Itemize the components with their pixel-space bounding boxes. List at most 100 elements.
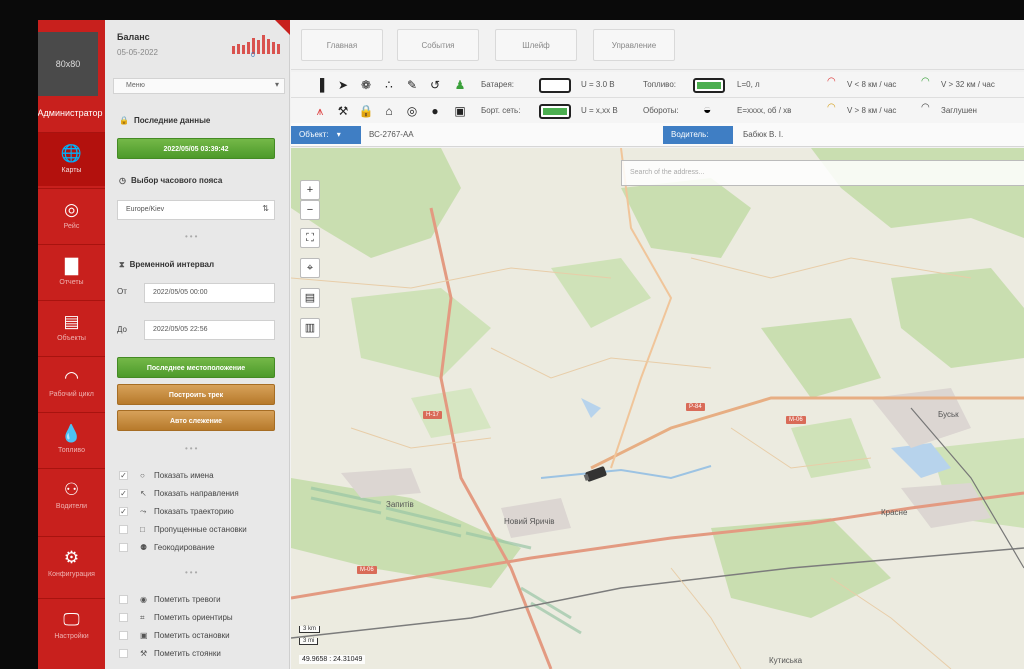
- to-date-input[interactable]: 2022/05/05 22:56: [144, 320, 275, 340]
- monitor-icon: 🖵: [63, 610, 80, 629]
- zoom-in-button[interactable]: +: [300, 180, 320, 200]
- ruler-icon[interactable]: ▥: [300, 318, 320, 338]
- build-track-button[interactable]: Построить трек: [117, 384, 275, 405]
- message-icon[interactable]: ●: [426, 102, 444, 120]
- map-view[interactable]: + − ⛶ ⌖ ▤ ▥ Search of the address... Бус…: [291, 148, 1024, 669]
- option-mark-parking[interactable]: ⚒ Пометить стоянки: [119, 649, 289, 662]
- fuel-value: L=0, л: [737, 80, 760, 89]
- option-mark-stops[interactable]: ▣ Пометить остановки: [119, 631, 289, 644]
- option-mark-landmarks[interactable]: ⌗ Пометить ориентиры: [119, 613, 289, 626]
- nav-item-maps[interactable]: 🌐 Карты: [38, 132, 105, 186]
- arrow-icon[interactable]: ➤: [334, 76, 352, 94]
- nav-item-reports[interactable]: ▇ Отчеты: [38, 244, 105, 298]
- option-geocoding[interactable]: ⚉ Геокодирование: [119, 543, 289, 556]
- corner-flag: [275, 20, 290, 35]
- battery-empty-icon: [539, 78, 571, 93]
- stop-sign-icon: ▣: [140, 631, 148, 640]
- nav-rail: 80x80 Администратор 🌐 Карты ◎ Рейс ▇ Отч…: [38, 20, 105, 669]
- fuel-level-icon: [693, 78, 725, 93]
- option-show-directions[interactable]: ✓ ↖ Показать направления: [119, 489, 289, 502]
- zoom-out-button[interactable]: −: [300, 200, 320, 220]
- option-mark-alarms[interactable]: ◉ Пометить тревоги: [119, 595, 289, 608]
- globe-icon: 🌐: [60, 144, 83, 163]
- interval-title-text: Временной интервал: [129, 260, 215, 269]
- option-label: Пометить остановки: [154, 631, 230, 640]
- home-icon[interactable]: ⌂: [380, 102, 398, 120]
- option-show-names[interactable]: ✓ ○ Показать имена: [119, 471, 289, 484]
- to-label: До: [117, 325, 127, 334]
- pencil-icon[interactable]: ✎: [403, 76, 421, 94]
- option-label: Показать траекторию: [154, 507, 234, 516]
- fullscreen-icon[interactable]: ⛶: [300, 228, 320, 248]
- from-date-input[interactable]: 2022/05/05 00:00: [144, 283, 275, 303]
- menu-select[interactable]: Меню ▾: [113, 78, 285, 94]
- checkbox[interactable]: [119, 595, 128, 605]
- checkbox[interactable]: [119, 525, 128, 535]
- person-icon[interactable]: ♟: [451, 76, 469, 94]
- last-data-title: 🔒 Последние данные: [119, 116, 210, 125]
- checkbox[interactable]: [119, 613, 128, 623]
- folder-icon[interactable]: ▤: [300, 288, 320, 308]
- auto-follow-button[interactable]: Авто слежение: [117, 410, 275, 431]
- nav-item-config[interactable]: ⚙ Конфигурация: [38, 536, 105, 590]
- map-tiles: [291, 148, 1024, 669]
- city-label: Новий Яричів: [504, 517, 555, 526]
- helmet-icon: ◠: [64, 368, 79, 387]
- bar-chart-icon: ▇: [64, 256, 79, 275]
- timezone-title: ◷ Выбор часового пояса: [119, 176, 222, 185]
- city-label: Кутиська: [769, 656, 803, 665]
- signal-icon[interactable]: ▐: [311, 76, 329, 94]
- tab-events[interactable]: События: [397, 29, 479, 61]
- option-show-trajectory[interactable]: ✓ ⤳ Показать траекторию: [119, 507, 289, 520]
- network-icon[interactable]: ∴: [380, 76, 398, 94]
- nav-item-trip[interactable]: ◎ Рейс: [38, 188, 105, 242]
- nav-item-settings[interactable]: 🖵 Настройки: [38, 598, 105, 652]
- camera-icon[interactable]: ▣: [451, 102, 469, 120]
- checkbox[interactable]: [119, 631, 128, 641]
- object-select[interactable]: Объект: ▾: [291, 126, 361, 144]
- balance-label: Баланс: [117, 32, 150, 42]
- timezone-select[interactable]: Europe/Kiev ⇅: [117, 200, 275, 220]
- top-nav: Главная События Шлейф Управление: [291, 20, 1024, 70]
- timezone-title-text: Выбор часового пояса: [130, 176, 223, 185]
- checkbox[interactable]: [119, 543, 128, 553]
- nav-label: Водители: [55, 503, 88, 510]
- satellite-icon[interactable]: ❁: [357, 76, 375, 94]
- checkbox[interactable]: ✓: [119, 489, 128, 499]
- separator-dots: •••: [185, 444, 200, 453]
- logo-placeholder: 80x80: [38, 32, 98, 96]
- balance-date: 05-05-2022: [117, 48, 158, 57]
- speedometer-low-icon: ◠: [827, 76, 836, 87]
- road-sign: H-17: [423, 411, 443, 419]
- tab-main[interactable]: Главная: [301, 29, 383, 61]
- address-search-input[interactable]: Search of the address...: [621, 160, 1024, 186]
- antenna-icon[interactable]: ⩚: [311, 102, 329, 120]
- last-data-button[interactable]: 2022/05/05 03:39:42: [117, 138, 275, 159]
- pin-icon: ⚉: [140, 543, 148, 552]
- tab-trail[interactable]: Шлейф: [495, 29, 577, 61]
- locate-icon[interactable]: ⌖: [300, 258, 320, 278]
- hourglass-icon: ⧗: [119, 260, 125, 269]
- trajectory-icon: ⤳: [140, 507, 147, 516]
- nav-item-drivers[interactable]: ⚇ Водители: [38, 468, 105, 522]
- checkbox[interactable]: ✓: [119, 507, 128, 517]
- lock-icon[interactable]: 🔒: [357, 102, 375, 120]
- interval-title: ⧗ Временной интервал: [119, 260, 214, 270]
- wrench-icon[interactable]: ⚒: [334, 102, 352, 120]
- checkbox[interactable]: ✓: [119, 471, 128, 481]
- coordinates-readout: 49.9658 : 24.31049: [299, 655, 366, 664]
- history-icon[interactable]: ↺: [426, 76, 444, 94]
- steering-icon[interactable]: ◎: [403, 102, 421, 120]
- nav-item-objects[interactable]: ▤ Объекты: [38, 300, 105, 354]
- from-label: От: [117, 287, 127, 296]
- nav-item-fuel[interactable]: 💧 Топливо: [38, 412, 105, 466]
- group-icon: ⚇: [63, 480, 80, 499]
- last-position-button[interactable]: Последнее местоположение: [117, 357, 275, 378]
- nav-item-work-cycle[interactable]: ◠ Рабочий цикл: [38, 356, 105, 410]
- checkbox[interactable]: [119, 649, 128, 659]
- object-bar: Объект: ▾ ВС-2767-АА Водитель: Бабюк В. …: [291, 123, 1024, 147]
- option-label: Показать направления: [154, 489, 239, 498]
- option-missed-stops[interactable]: □ Пропущенные остановки: [119, 525, 289, 538]
- tab-control[interactable]: Управление: [593, 29, 675, 61]
- nav-label: Настройки: [54, 633, 89, 640]
